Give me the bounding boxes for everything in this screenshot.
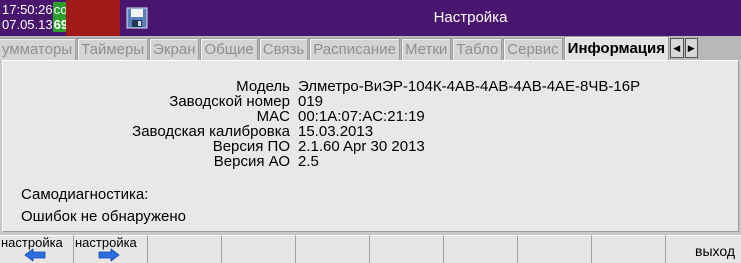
softkey-empty-4[interactable]: [222, 235, 296, 263]
information-panel: Модель Элметро-ВиЭР-104К-4АВ-4АВ-4АВ-4АЕ…: [2, 60, 739, 232]
softkey-bar: настройка настройка выход: [0, 235, 741, 263]
info-label: Заводской номер: [169, 93, 290, 110]
tab-scroll-right-icon[interactable]: ▶: [684, 38, 698, 58]
tab-scroll-left-icon[interactable]: ◀: [670, 38, 684, 58]
softkey-empty-8[interactable]: [518, 235, 592, 263]
time-display: 17:50:26: [2, 2, 53, 17]
self-diagnostics-label: Самодиагностика:: [21, 186, 149, 203]
info-value: 15.03.2013: [298, 123, 374, 140]
device-info-list: Модель Элметро-ВиЭР-104К-4АВ-4АВ-4АВ-4АЕ…: [3, 79, 738, 169]
info-label: Версия АО: [213, 153, 290, 170]
tab-service[interactable]: Сервис: [503, 38, 563, 60]
tab-timers[interactable]: Таймеры: [77, 38, 149, 60]
tab-information[interactable]: Информация: [563, 36, 669, 60]
settings-prev-button[interactable]: настройка: [0, 235, 74, 263]
exit-button[interactable]: выход: [666, 235, 741, 263]
date-display: 07.05.13: [2, 17, 53, 32]
info-label: Модель: [236, 78, 290, 95]
info-value: 2.1.60 Apr 30 2013: [298, 138, 425, 155]
exit-label: выход: [695, 243, 735, 259]
info-value: 00:1A:07:AC:21:19: [298, 108, 425, 125]
status-clock: 17:50:26 собт 07.05.13 69%: [2, 2, 82, 34]
right-arrow-icon: [98, 248, 120, 262]
title-bar: 17:50:26 собт 07.05.13 69% Настройка: [0, 0, 741, 36]
softkey-empty-5[interactable]: [296, 235, 370, 263]
softkey-empty-6[interactable]: [370, 235, 444, 263]
tab-scroll-buttons: ◀ ▶: [670, 38, 698, 58]
info-row-hardware-version: Версия АО 2.5: [3, 154, 738, 169]
alarm-indicator: [66, 0, 120, 36]
tab-marks[interactable]: Метки: [400, 38, 452, 60]
info-label: Заводская калибровка: [132, 123, 290, 140]
info-label: MAC: [256, 108, 290, 125]
tab-schedule[interactable]: Расписание: [309, 38, 400, 60]
info-row-software-version: Версия ПО 2.1.60 Apr 30 2013: [3, 139, 738, 154]
window-title: Настройка: [433, 9, 508, 26]
info-value: 2.5: [298, 153, 319, 170]
info-row-mac: MAC 00:1A:07:AC:21:19: [3, 109, 738, 124]
tab-bar: умматоры Таймеры Экран Общие Связь Распи…: [0, 36, 741, 60]
tab-display-board[interactable]: Табло: [452, 38, 503, 60]
info-value: 019: [298, 93, 324, 110]
tab-summators[interactable]: умматоры: [0, 38, 77, 60]
softkey-empty-9[interactable]: [592, 235, 666, 263]
tab-general[interactable]: Общие: [200, 38, 258, 60]
info-row-serial: Заводской номер 019: [3, 94, 738, 109]
floppy-disk-icon[interactable]: [125, 6, 149, 30]
tab-connection[interactable]: Связь: [258, 38, 309, 60]
info-row-model: Модель Элметро-ВиЭР-104К-4АВ-4АВ-4АВ-4АЕ…: [3, 79, 738, 94]
info-value: Элметро-ВиЭР-104К-4АВ-4АВ-4АВ-4АЕ-8ЧВ-16…: [298, 78, 641, 95]
tab-screen[interactable]: Экран: [149, 38, 200, 60]
info-label: Версия ПО: [212, 138, 290, 155]
info-row-calibration: Заводская калибровка 15.03.2013: [3, 124, 738, 139]
settings-next-button[interactable]: настройка: [74, 235, 148, 263]
softkey-empty-3[interactable]: [148, 235, 222, 263]
self-diagnostics-result: Ошибок не обнаружено: [21, 208, 186, 225]
softkey-empty-7[interactable]: [444, 235, 518, 263]
left-arrow-icon: [24, 248, 46, 262]
